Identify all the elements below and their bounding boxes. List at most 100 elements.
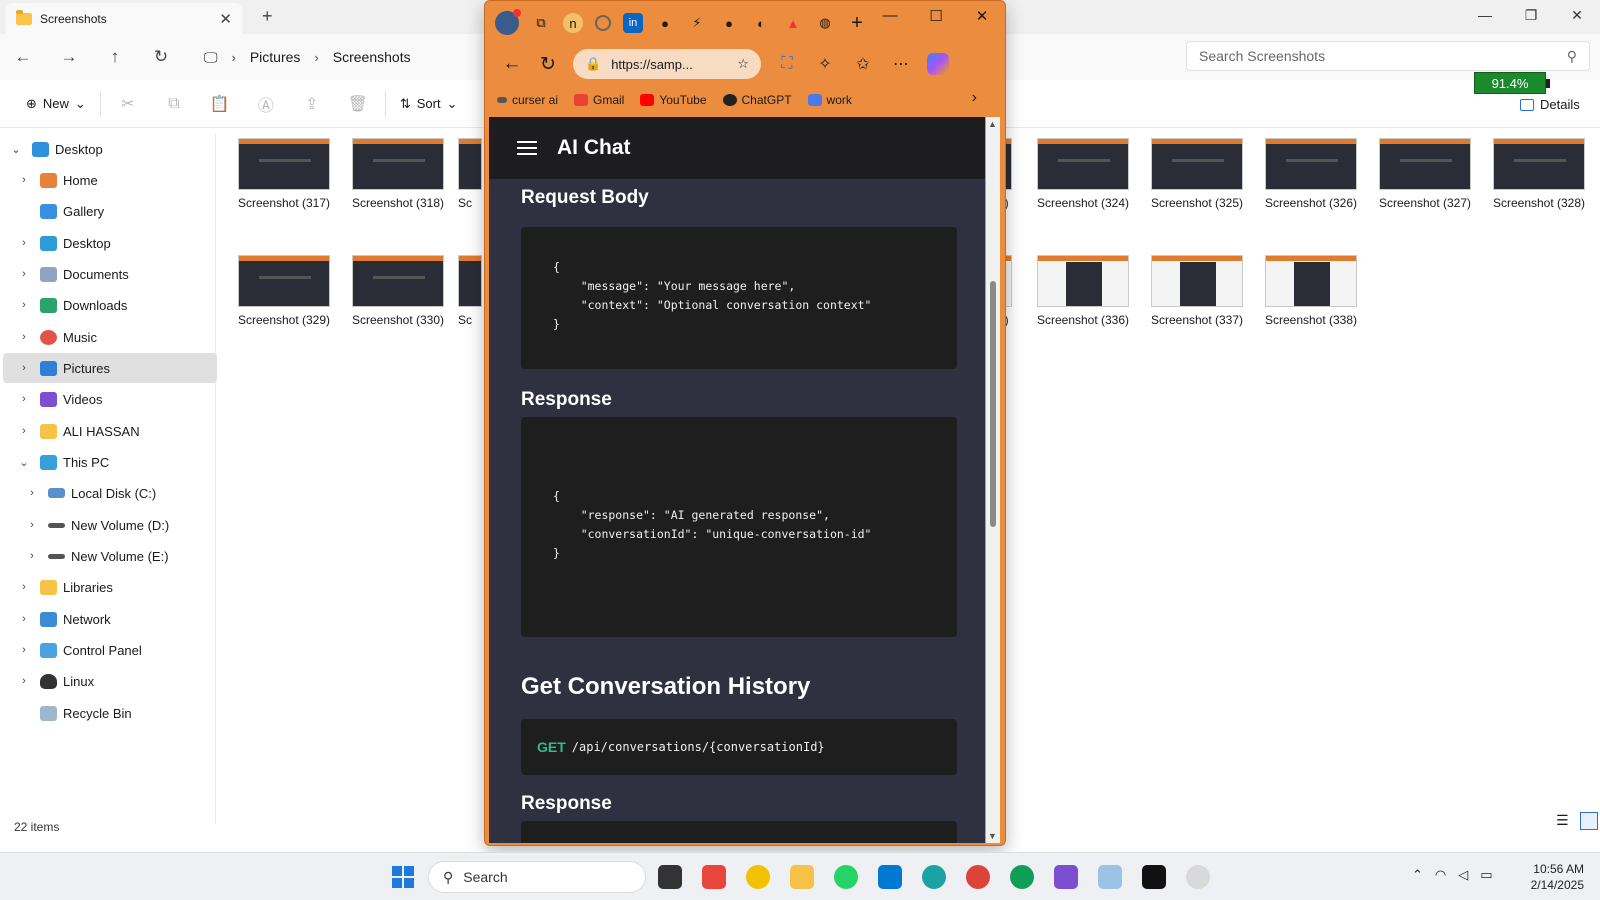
github-icon[interactable]: ●: [655, 13, 675, 33]
sidebar-item-documents[interactable]: › Documents: [0, 259, 214, 289]
tab-favicon-icon[interactable]: [595, 15, 611, 31]
taskbar-search[interactable]: ⚲ Search: [428, 861, 646, 893]
delete-icon[interactable]: 🗑: [335, 94, 381, 114]
breadcrumb-pictures[interactable]: Pictures: [250, 49, 301, 65]
tab-screenshots[interactable]: Screenshots ✕: [6, 3, 242, 34]
windows-start-icon[interactable]: [392, 866, 414, 888]
bookmark-gmail[interactable]: Gmail: [574, 93, 624, 107]
sidebar-item-ali-hassan[interactable]: › ALI HASSAN: [0, 416, 214, 446]
forward-button[interactable]: →: [46, 47, 92, 67]
sidebar-item-recycle-bin[interactable]: Recycle Bin: [0, 698, 214, 728]
url-bar[interactable]: 🔒 https://samp... ☆: [573, 49, 761, 79]
sidebar-item-music[interactable]: › Music: [0, 322, 214, 352]
close-window-button[interactable]: ✕: [1554, 0, 1600, 30]
sidebar-item-desktop[interactable]: › Desktop: [0, 228, 214, 258]
sidebar-item-this-pc[interactable]: ⌄ This PC: [0, 447, 214, 477]
refresh-button[interactable]: ↻: [537, 53, 559, 76]
minimize-button[interactable]: —: [1462, 0, 1508, 30]
close-window-button[interactable]: ✕: [959, 7, 1005, 25]
volume-icon[interactable]: ◁: [1458, 867, 1468, 883]
battery-icon[interactable]: ▭: [1480, 867, 1492, 883]
file-item[interactable]: Screenshot (326): [1257, 136, 1365, 210]
sidebar-item-network[interactable]: › Network: [0, 604, 214, 634]
chrome-profile-icon[interactable]: [1010, 865, 1034, 889]
tab-favicon-icon[interactable]: ◐: [751, 13, 771, 33]
refresh-button[interactable]: ↻: [138, 47, 184, 67]
file-item[interactable]: Sc: [458, 253, 484, 327]
page-scrollbar[interactable]: ▲ ▼: [986, 117, 1000, 843]
file-item[interactable]: Screenshot (325): [1143, 136, 1251, 210]
cut-icon[interactable]: ✂: [105, 94, 151, 114]
breadcrumb-screenshots[interactable]: Screenshots: [333, 49, 411, 65]
file-item[interactable]: Screenshot (328): [1485, 136, 1593, 210]
performance-monitor-icon[interactable]: [1098, 865, 1122, 889]
task-view-icon[interactable]: [658, 865, 682, 889]
file-item[interactable]: Screenshot (318): [344, 136, 452, 210]
back-button[interactable]: ←: [0, 47, 46, 67]
sidebar-item-new-volume-d[interactable]: › New Volume (D:): [0, 510, 214, 540]
clock-app-icon[interactable]: [1186, 865, 1210, 889]
chrome-icon[interactable]: [966, 865, 990, 889]
sidebar-item-pictures[interactable]: › Pictures: [3, 353, 217, 383]
sidebar-item-linux[interactable]: › Linux: [0, 666, 214, 696]
bookmark-work[interactable]: work: [807, 93, 852, 107]
back-button[interactable]: ←: [501, 53, 523, 75]
new-tab-button[interactable]: +: [262, 6, 273, 27]
favorite-star-icon[interactable]: ☆: [737, 56, 749, 72]
file-item[interactable]: Screenshot (327): [1371, 136, 1479, 210]
sidebar-item-downloads[interactable]: › Downloads: [0, 290, 214, 320]
large-icons-view-icon[interactable]: [1580, 812, 1598, 830]
new-button[interactable]: ⊕ New ⌄: [16, 88, 96, 120]
file-item[interactable]: Screenshot (338): [1257, 253, 1365, 327]
file-item[interactable]: Screenshot (336): [1029, 253, 1137, 327]
paste-icon[interactable]: 📋: [197, 94, 243, 114]
up-button[interactable]: ↑: [92, 47, 138, 67]
sidebar-item-libraries[interactable]: › Libraries: [0, 572, 214, 602]
clock[interactable]: 10:56 AM 2/14/2025: [1520, 861, 1584, 893]
more-options-icon[interactable]: ⋯: [889, 54, 913, 74]
rename-icon[interactable]: Ⓐ: [243, 92, 289, 116]
visual-studio-icon[interactable]: [1054, 865, 1078, 889]
file-item[interactable]: Screenshot (337): [1143, 253, 1251, 327]
sidebar-item-home[interactable]: › Home: [0, 165, 214, 195]
sidebar-item-new-volume-e[interactable]: › New Volume (E:): [0, 541, 214, 571]
scrollbar-thumb[interactable]: [990, 281, 996, 527]
chevron-up-icon[interactable]: ⌃: [1412, 867, 1423, 883]
vscode-icon[interactable]: [878, 865, 902, 889]
file-item[interactable]: Screenshot (330): [344, 253, 452, 327]
restore-button[interactable]: ❐: [1508, 0, 1554, 30]
tab-favicon-icon[interactable]: ▲: [783, 13, 803, 33]
sidebar-item-gallery[interactable]: Gallery: [0, 196, 214, 226]
bookmark-youtube[interactable]: YouTube: [640, 93, 707, 107]
copy-icon[interactable]: ⧉: [151, 95, 197, 113]
profile-avatar[interactable]: [495, 9, 521, 35]
maximize-button[interactable]: ☐: [913, 7, 959, 25]
copilot-icon[interactable]: [927, 53, 949, 75]
file-explorer-icon[interactable]: [790, 865, 814, 889]
new-tab-button[interactable]: +: [847, 12, 867, 34]
file-item[interactable]: Sc: [458, 136, 484, 210]
app-icon[interactable]: [746, 865, 770, 889]
tab-favicon-icon[interactable]: ⚡: [687, 13, 707, 33]
bookmark-curser-ai[interactable]: curser ai: [497, 93, 558, 107]
linkedin-icon[interactable]: in: [623, 13, 643, 33]
sidebar-item-control-panel[interactable]: › Control Panel: [0, 635, 214, 665]
bookmark-chatgpt[interactable]: ChatGPT: [722, 93, 792, 107]
cursor-ide-icon[interactable]: [1142, 865, 1166, 889]
whatsapp-icon[interactable]: [834, 865, 858, 889]
edge-icon[interactable]: [922, 865, 946, 889]
hamburger-menu-icon[interactable]: [517, 141, 537, 155]
wifi-icon[interactable]: ◠: [1435, 867, 1446, 883]
search-input[interactable]: Search Screenshots ⚲: [1186, 41, 1590, 71]
details-view-icon[interactable]: ☰: [1556, 812, 1574, 830]
close-tab-icon[interactable]: ✕: [219, 10, 232, 28]
sidebar-item-videos[interactable]: › Videos: [0, 384, 214, 414]
share-icon[interactable]: ⇪: [289, 94, 335, 114]
details-button[interactable]: Details: [1520, 97, 1580, 112]
github-icon[interactable]: ●: [719, 13, 739, 33]
sort-button[interactable]: ⇅ Sort ⌄: [390, 88, 468, 120]
file-item[interactable]: Screenshot (324): [1029, 136, 1137, 210]
tab-favicon-icon[interactable]: n: [563, 13, 583, 33]
globe-icon[interactable]: ◍: [815, 13, 835, 33]
anydesk-icon[interactable]: [702, 865, 726, 889]
